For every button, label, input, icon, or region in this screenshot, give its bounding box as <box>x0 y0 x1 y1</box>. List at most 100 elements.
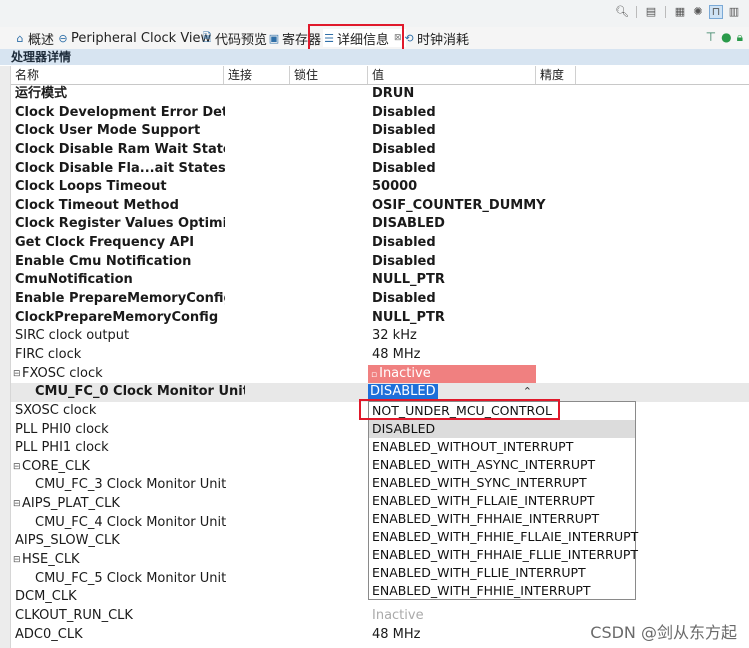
row-name: Clock User Mode Support <box>15 123 201 139</box>
table-row[interactable]: Enable PrepareMemoryConfig Disabled <box>11 290 749 309</box>
row-name: PLL PHI0 clock <box>15 421 109 437</box>
dropdown-option[interactable]: ENABLED_WITH_FHHAIE_INTERRUPT <box>369 510 635 528</box>
collapse-icon[interactable]: ⊟ <box>13 551 21 570</box>
lock-icon[interactable]: 🔒︎ <box>737 30 743 45</box>
tab-overview[interactable]: ⌂ 概述 <box>14 29 55 48</box>
watermark-text: CSDN @剑从东方起 <box>590 623 737 642</box>
value-dropdown-list[interactable]: NOT_UNDER_MCU_CONTROL DISABLED ENABLED_W… <box>368 401 638 600</box>
row-name: ClockPrepareMemoryConfig <box>15 309 219 325</box>
column-header-lock[interactable]: 锁住 <box>290 66 368 84</box>
grid-icon[interactable]: ▥ <box>727 5 741 19</box>
register-icon: ▣ <box>268 31 280 45</box>
table-row[interactable]: ClockPrepareMemoryConfig NULL_PTR <box>11 309 749 328</box>
row-name: SIRC clock output <box>15 328 130 344</box>
combobox-selected-value[interactable]: DISABLED <box>368 384 438 401</box>
row-name: CMU_FC_0 Clock Monitor Unit <box>35 384 245 400</box>
column-header-connect[interactable]: 连接 <box>224 66 290 84</box>
collapse-icon[interactable]: ⊟ <box>13 365 21 384</box>
row-name: DCM_CLK <box>15 589 77 605</box>
table-row[interactable]: Clock Development Error Detect Disabled <box>11 104 749 123</box>
tab-label: 时钟消耗 <box>417 32 470 48</box>
row-name: CMU_FC_5 Clock Monitor Unit <box>35 570 227 586</box>
row-name: Clock Disable Ram Wait States Co <box>15 141 225 157</box>
outline-icon[interactable]: ▦ <box>673 5 687 19</box>
row-value: Disabled <box>372 160 436 176</box>
dropdown-option[interactable]: ENABLED_WITHOUT_INTERRUPT <box>369 438 635 456</box>
row-name: FXOSC clock <box>22 365 103 381</box>
dropdown-option[interactable]: ENABLED_WITH_ASYNC_INTERRUPT <box>369 456 635 474</box>
column-header-value[interactable]: 值 <box>368 66 536 84</box>
row-name: Get Clock Frequency API <box>15 235 195 251</box>
table-row[interactable]: Clock Loops Timeout 50000 <box>11 178 749 197</box>
check-icon[interactable]: ● <box>721 30 731 45</box>
search-icon[interactable]: 🔍︎ <box>615 5 629 19</box>
table-row[interactable]: FIRC clock 48 MHz <box>11 346 749 365</box>
tab-label: 概述 <box>28 32 55 48</box>
row-value: Inactive <box>379 365 431 381</box>
tab-code-preview[interactable]: 🗎︎ 代码预览 <box>201 29 267 48</box>
table-row[interactable]: 运行模式 DRUN <box>11 85 749 104</box>
tab-highlight-box <box>308 24 404 52</box>
code-preview-icon: 🗎︎ <box>202 30 212 44</box>
row-name: Enable Cmu Notification <box>15 253 192 269</box>
top-toolbar: 🔍︎ ▤ ▦ ✺ ⊓ ▥ <box>0 0 749 27</box>
left-gutter <box>0 66 11 648</box>
column-header-name[interactable]: 名称 <box>11 66 224 84</box>
row-name: HSE_CLK <box>22 552 80 568</box>
pin-icon[interactable]: ⊤ <box>706 30 716 45</box>
row-value: Disabled <box>372 104 436 120</box>
row-value: Disabled <box>372 123 436 139</box>
column-header-precision[interactable]: 精度 <box>536 66 576 84</box>
tab-clock-consumption[interactable]: ⟲ 时钟消耗 <box>403 29 470 48</box>
row-name: AIPS_SLOW_CLK <box>15 533 120 549</box>
dropdown-option[interactable]: ENABLED_WITH_SYNC_INTERRUPT <box>369 474 635 492</box>
table-row[interactable]: Enable Cmu Notification Disabled <box>11 253 749 272</box>
row-name: ADC0_CLK <box>15 626 83 642</box>
row-value: Disabled <box>372 291 436 307</box>
collapse-icon[interactable]: ⊟ <box>13 495 21 514</box>
gear-clock-icon: ⟲ <box>404 31 414 45</box>
dropdown-option[interactable]: ENABLED_WITH_FHHAIE_FLLIE_INTERRUPT <box>369 546 638 564</box>
pulse-icon[interactable]: ⊓ <box>709 5 723 19</box>
dropdown-option[interactable]: ENABLED_WITH_FHHIE_INTERRUPT <box>369 582 635 600</box>
collapse-icon[interactable]: ⊟ <box>13 458 21 477</box>
dropdown-option-selected[interactable]: DISABLED <box>369 420 635 438</box>
inactive-status-cell: ▫ Inactive <box>368 364 536 383</box>
row-name: AIPS_PLAT_CLK <box>22 496 120 512</box>
row-name: CmuNotification <box>15 272 133 288</box>
table-row[interactable]: Clock Register Values Optimizatio DISABLE… <box>11 215 749 234</box>
row-value: DRUN <box>372 86 415 101</box>
row-name: 运行模式 <box>15 86 68 101</box>
dropdown-option[interactable]: ENABLED_WITH_FLLIE_INTERRUPT <box>369 564 635 582</box>
table-row[interactable]: ⊟ FXOSC clock ▫ Inactive <box>11 364 749 384</box>
row-value: DISABLED <box>372 216 445 232</box>
table-row[interactable]: Get Clock Frequency API Disabled <box>11 234 749 253</box>
table-row[interactable]: Clock Timeout Method OSIF_COUNTER_DUMMY <box>11 197 749 216</box>
row-value: Disabled <box>372 141 436 157</box>
table-row[interactable]: SIRC clock output 32 kHz <box>11 327 749 346</box>
chip-icon[interactable]: ✺ <box>691 5 705 19</box>
table-row[interactable]: Clock Disable Ram Wait States Co Disabled <box>11 141 749 160</box>
dropdown-option[interactable]: ENABLED_WITH_FLLAIE_INTERRUPT <box>369 492 635 510</box>
table-header: 名称 连接 锁住 值 精度 <box>11 66 749 85</box>
row-name: Clock Development Error Detect <box>15 104 225 120</box>
table-row[interactable]: CmuNotification NULL_PTR <box>11 271 749 290</box>
row-name: Enable PrepareMemoryConfig <box>15 291 225 307</box>
toolbar-divider <box>665 6 666 18</box>
layout-icon[interactable]: ▤ <box>644 5 658 19</box>
row-name: Clock Loops Timeout <box>15 179 167 195</box>
row-name: CMU_FC_4 Clock Monitor Unit <box>35 514 227 530</box>
tab-label: Peripheral Clock View <box>71 30 212 46</box>
tab-peripheral-clock-view[interactable]: ⊖ Peripheral Clock View <box>57 29 211 47</box>
table-row[interactable]: Clock Disable Fla...ait States Confi Disa… <box>11 160 749 179</box>
home-icon: ⌂ <box>16 31 24 45</box>
row-name: FIRC clock <box>15 346 82 362</box>
row-name: CORE_CLK <box>22 458 90 474</box>
row-value: 32 kHz <box>372 328 417 344</box>
table-row[interactable]: Clock User Mode Support Disabled <box>11 122 749 141</box>
row-value: 48 MHz <box>372 626 421 642</box>
row-name: Clock Register Values Optimizatio <box>15 216 225 232</box>
row-name: Clock Disable Fla...ait States Confi <box>15 160 225 176</box>
toolbar-icons: 🔍︎ ▤ ▦ ✺ ⊓ ▥ <box>615 5 741 19</box>
dropdown-option[interactable]: ENABLED_WITH_FHHIE_FLLAIE_INTERRUPT <box>369 528 638 546</box>
